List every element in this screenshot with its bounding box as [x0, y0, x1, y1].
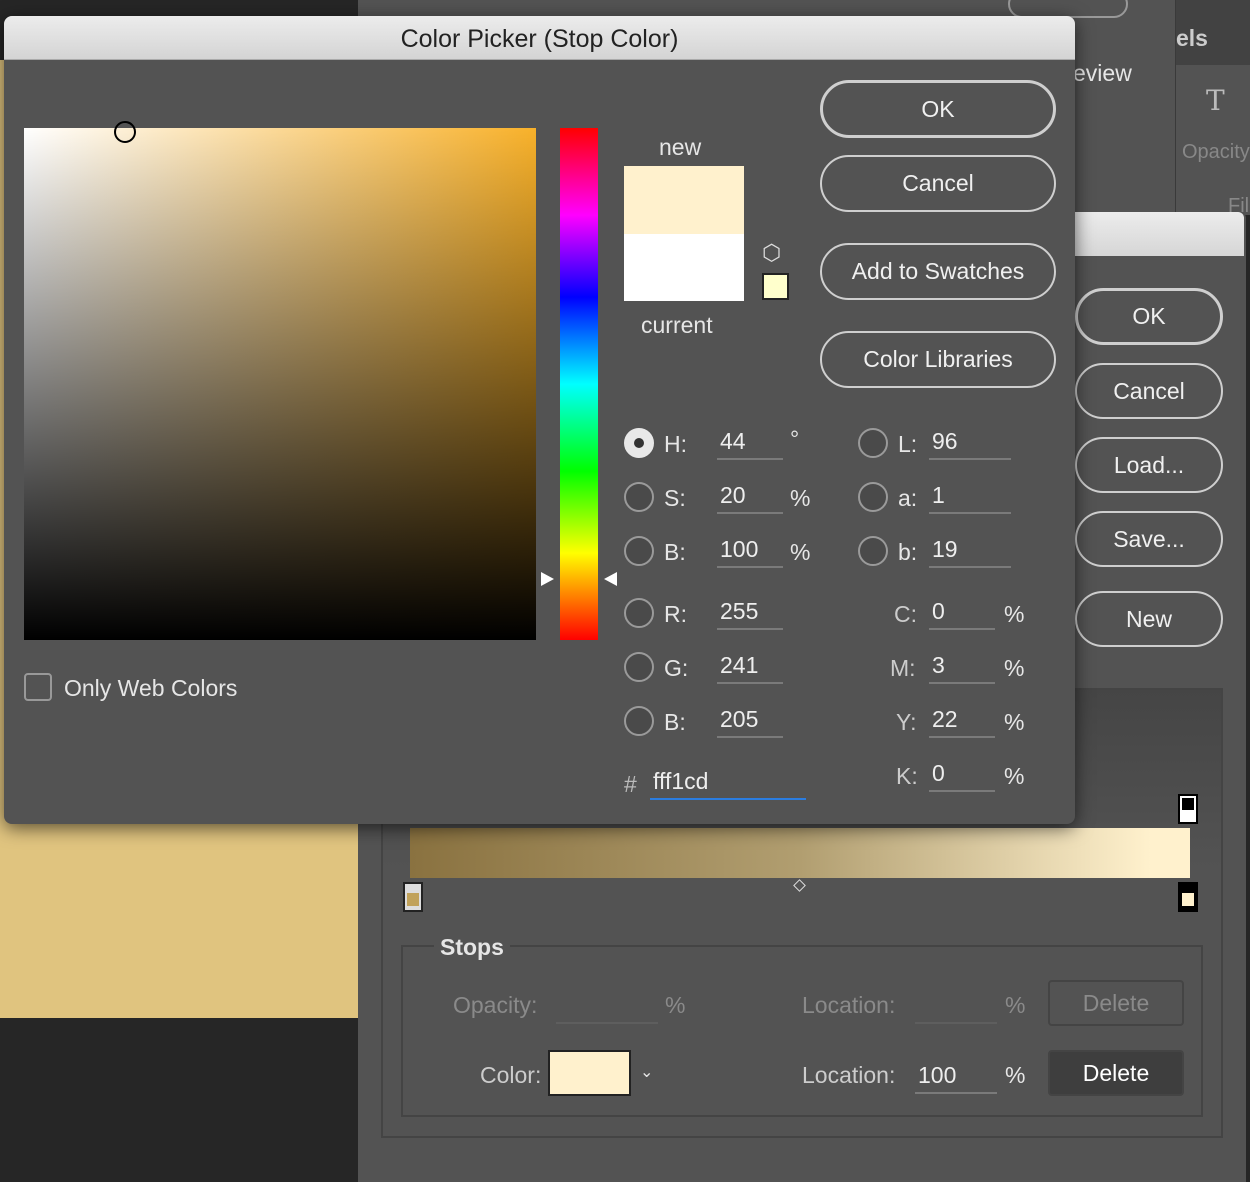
s-input[interactable]: 20	[717, 480, 783, 514]
new-label: new	[659, 134, 702, 160]
location-label: Location:	[802, 992, 896, 1018]
blue-input[interactable]: 205	[717, 704, 783, 738]
percent-label: %	[790, 485, 811, 511]
layers-panel: els T Opacity Fil	[1175, 0, 1250, 217]
opacity-location-input[interactable]	[915, 990, 997, 1024]
chevron-down-icon[interactable]: ⌄	[640, 1062, 653, 1082]
lab-b-label: b:	[898, 539, 918, 565]
l-radio[interactable]	[858, 428, 888, 458]
b-label: B:	[664, 539, 686, 565]
percent-label: %	[790, 539, 811, 565]
c-input[interactable]: 0	[929, 596, 995, 630]
blue-radio[interactable]	[624, 706, 654, 736]
hue-slider-left-arrow[interactable]	[541, 572, 554, 586]
gradient-bar[interactable]	[410, 828, 1190, 878]
cancel-button[interactable]: Cancel	[1075, 363, 1223, 419]
stop-color-swatch[interactable]	[548, 1050, 631, 1096]
color-libraries-button[interactable]: Color Libraries	[820, 331, 1056, 388]
b-input[interactable]: 100	[717, 534, 783, 568]
a-radio[interactable]	[858, 482, 888, 512]
s-radio[interactable]	[624, 482, 654, 512]
only-web-colors-checkbox[interactable]	[24, 673, 52, 701]
r-input[interactable]: 255	[717, 596, 783, 630]
percent-label: %	[1004, 655, 1025, 681]
k-input[interactable]: 0	[929, 758, 995, 792]
opacity-stop-right[interactable]	[1178, 794, 1198, 824]
hex-input[interactable]: fff1cd	[650, 766, 806, 800]
ok-button[interactable]: OK	[820, 80, 1056, 138]
percent-label: %	[1004, 763, 1025, 789]
location-input[interactable]: 100	[915, 1060, 997, 1094]
l-input[interactable]: 96	[929, 426, 1011, 460]
opacity-input[interactable]	[556, 990, 658, 1024]
preview-label: eview	[1073, 60, 1132, 86]
color-picker-dialog: Color Picker (Stop Color) new current ⬡ …	[4, 16, 1075, 824]
lab-b-input[interactable]: 19	[929, 534, 1011, 568]
cube-icon: ⬡	[762, 240, 782, 265]
h-radio[interactable]	[624, 428, 654, 458]
delete-color-stop-button[interactable]: Delete	[1048, 1050, 1184, 1096]
hue-slider-right-arrow[interactable]	[604, 572, 617, 586]
ok-button[interactable]: OK	[1075, 288, 1223, 345]
s-label: S:	[664, 485, 686, 511]
percent-label: %	[665, 992, 686, 1018]
h-label: H:	[664, 431, 687, 457]
m-input[interactable]: 3	[929, 650, 995, 684]
color-stop-left[interactable]	[403, 882, 423, 912]
current-label: current	[641, 312, 713, 338]
percent-label: %	[1005, 1062, 1026, 1088]
hue-slider[interactable]	[560, 128, 598, 640]
new-color-swatch	[624, 166, 744, 234]
l-label: L:	[898, 431, 918, 457]
g-radio[interactable]	[624, 652, 654, 682]
saturation-brightness-field[interactable]	[24, 128, 536, 640]
y-label: Y:	[896, 709, 917, 735]
g-input[interactable]: 241	[717, 650, 783, 684]
add-to-swatches-button[interactable]: Add to Swatches	[820, 243, 1056, 300]
k-label: K:	[896, 763, 918, 789]
type-icon[interactable]: T	[1206, 84, 1225, 117]
color-cursor[interactable]	[114, 121, 136, 143]
degree-label: °	[790, 426, 800, 452]
percent-label: %	[1004, 601, 1025, 627]
hex-label: #	[624, 771, 637, 797]
gamut-swatch[interactable]	[762, 273, 789, 300]
cancel-button[interactable]: Cancel	[820, 155, 1056, 212]
opacity-label: Opacity:	[453, 992, 538, 1018]
save-button[interactable]: Save...	[1075, 511, 1223, 567]
current-color-swatch[interactable]	[624, 234, 744, 301]
c-label: C:	[894, 601, 917, 627]
r-label: R:	[664, 601, 687, 627]
r-radio[interactable]	[624, 598, 654, 628]
h-input[interactable]: 44	[717, 426, 783, 460]
lab-b-radio[interactable]	[858, 536, 888, 566]
color-label: Color:	[480, 1062, 542, 1088]
dialog-title: Color Picker (Stop Color)	[4, 16, 1075, 60]
a-input[interactable]: 1	[929, 480, 1011, 514]
new-button[interactable]: New	[1075, 591, 1223, 647]
a-label: a:	[898, 485, 918, 511]
panel-tab[interactable]: els	[1176, 25, 1208, 52]
percent-label: %	[1005, 992, 1026, 1018]
color-stop-right[interactable]	[1178, 882, 1198, 912]
load-button[interactable]: Load...	[1075, 437, 1223, 493]
g-label: G:	[664, 655, 689, 681]
only-web-colors-label: Only Web Colors	[64, 675, 238, 701]
percent-label: %	[1004, 709, 1025, 735]
location-label: Location:	[802, 1062, 896, 1088]
b-radio[interactable]	[624, 536, 654, 566]
stops-title: Stops	[434, 934, 510, 961]
opacity-label: Opacity	[1182, 141, 1250, 163]
y-input[interactable]: 22	[929, 704, 995, 738]
m-label: M:	[890, 655, 916, 681]
delete-opacity-stop-button[interactable]: Delete	[1048, 980, 1184, 1026]
blue-label: B:	[664, 709, 686, 735]
